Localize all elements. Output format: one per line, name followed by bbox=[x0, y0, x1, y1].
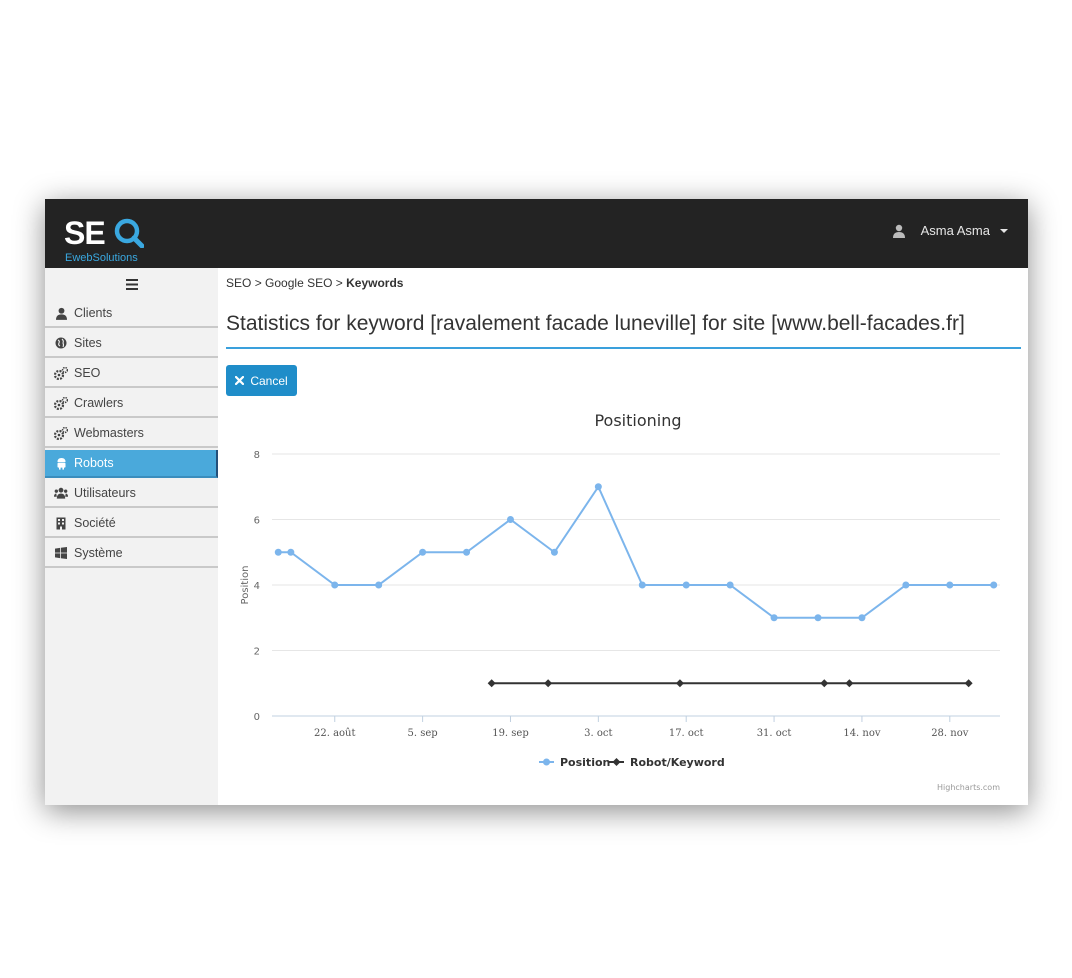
position-data-point bbox=[419, 548, 427, 556]
title-divider bbox=[226, 347, 1021, 349]
sidebar-item-label: Webmasters bbox=[74, 426, 144, 440]
gears-icon bbox=[54, 396, 68, 410]
x-tick-label: 5. sep bbox=[408, 728, 438, 739]
breadcrumb-link-seo[interactable]: SEO bbox=[226, 276, 251, 290]
user-icon bbox=[54, 306, 68, 320]
hamburger-icon bbox=[125, 278, 138, 290]
logo-subtitle: EwebSolutions bbox=[65, 252, 138, 264]
legend-robot-keyword-label: Robot/Keyword bbox=[630, 756, 725, 769]
x-tick-label: 22. août bbox=[314, 728, 356, 739]
chevron-down-icon bbox=[1000, 228, 1008, 233]
x-tick-label: 31. oct bbox=[757, 728, 792, 739]
x-tick-label: 3. oct bbox=[584, 728, 612, 739]
robot-keyword-data-point bbox=[820, 679, 829, 688]
sidebar-item-crawlers[interactable]: Crawlers bbox=[45, 390, 218, 418]
top-navbar: SE EwebSolutions Asma Asma bbox=[45, 199, 1028, 268]
sidebar-item-label: Sites bbox=[74, 336, 102, 350]
sidebar-item-label: Société bbox=[74, 516, 116, 530]
breadcrumb-current: Keywords bbox=[346, 276, 404, 290]
magnifier-q-icon bbox=[114, 218, 144, 248]
app-window: SE EwebSolutions Asma Asma Clients Sites… bbox=[45, 199, 1028, 805]
robot-keyword-data-point bbox=[487, 679, 496, 688]
position-data-point bbox=[550, 548, 558, 556]
user-menu[interactable]: Asma Asma bbox=[892, 223, 1008, 238]
windows-icon bbox=[54, 546, 68, 560]
position-series-line bbox=[278, 484, 994, 619]
users-icon bbox=[54, 486, 68, 500]
sidebar-item-robots[interactable]: Robots bbox=[45, 450, 218, 478]
cancel-button[interactable]: Cancel bbox=[226, 365, 297, 396]
sidebar-item-label: Système bbox=[74, 546, 123, 560]
chart-title: Positioning bbox=[594, 411, 681, 430]
position-data-point bbox=[990, 581, 998, 589]
menu-toggle-button[interactable] bbox=[45, 268, 218, 300]
main-content: SEO > Google SEO > Keywords Statistics f… bbox=[226, 268, 1021, 805]
sidebar: Clients Sites SEO Crawlers Webmasters Ro… bbox=[45, 268, 218, 805]
close-icon bbox=[235, 376, 245, 385]
position-data-point bbox=[682, 581, 690, 589]
sidebar-item-label: Clients bbox=[74, 306, 113, 320]
user-name: Asma Asma bbox=[920, 223, 990, 238]
x-tick-label: 19. sep bbox=[492, 728, 529, 739]
cancel-button-label: Cancel bbox=[250, 373, 288, 388]
breadcrumb-link-google-seo[interactable]: Google SEO bbox=[265, 276, 332, 290]
sidebar-item-clients[interactable]: Clients bbox=[45, 300, 218, 328]
robot-keyword-data-point bbox=[544, 679, 553, 688]
sidebar-item-systeme[interactable]: Système bbox=[45, 540, 218, 568]
position-data-point bbox=[946, 581, 954, 589]
robot-keyword-data-point bbox=[964, 679, 973, 688]
breadcrumb-separator: > bbox=[335, 276, 343, 290]
robot-keyword-data-point bbox=[675, 679, 684, 688]
y-tick-label: 6 bbox=[254, 516, 260, 527]
sidebar-item-sites[interactable]: Sites bbox=[45, 330, 218, 358]
sidebar-item-label: SEO bbox=[74, 366, 101, 380]
position-data-point bbox=[594, 483, 602, 491]
y-tick-label: 2 bbox=[254, 647, 260, 658]
globe-icon bbox=[54, 336, 68, 350]
legend-robot-keyword-marker bbox=[612, 758, 621, 766]
y-tick-label: 4 bbox=[254, 581, 260, 592]
position-data-point bbox=[814, 614, 822, 622]
sidebar-item-webmasters[interactable]: Webmasters bbox=[45, 420, 218, 448]
gears-icon bbox=[54, 366, 68, 380]
sidebar-item-label: Robots bbox=[74, 456, 114, 470]
legend-position-marker bbox=[543, 758, 550, 766]
sidebar-item-utilisateurs[interactable]: Utilisateurs bbox=[45, 480, 218, 508]
logo-text: SE bbox=[64, 215, 106, 251]
positioning-chart: Positioning 0 2 4 6 8 Position 22. août 5. sep 19… bbox=[240, 411, 1000, 792]
position-data-point bbox=[331, 581, 339, 589]
position-data-point bbox=[274, 548, 282, 556]
position-data-point bbox=[770, 614, 778, 622]
y-tick-label: 8 bbox=[254, 450, 260, 461]
position-data-point bbox=[858, 614, 866, 622]
gears-icon bbox=[54, 426, 68, 440]
x-tick-label: 17. oct bbox=[669, 728, 704, 739]
sidebar-item-label: Crawlers bbox=[74, 396, 124, 410]
chart-credits: Highcharts.com bbox=[937, 783, 1000, 792]
position-data-point bbox=[463, 548, 471, 556]
legend-position-label: Position bbox=[560, 756, 610, 769]
y-tick-label: 0 bbox=[254, 712, 260, 723]
robot-keyword-data-point bbox=[845, 679, 854, 688]
position-data-point bbox=[638, 581, 646, 589]
breadcrumb: SEO > Google SEO > Keywords bbox=[226, 276, 403, 290]
breadcrumb-separator: > bbox=[254, 276, 262, 290]
page-title: Statistics for keyword [ravalement facad… bbox=[226, 312, 965, 335]
position-data-point bbox=[375, 581, 383, 589]
building-icon bbox=[54, 516, 68, 530]
android-icon bbox=[54, 456, 68, 470]
position-data-point bbox=[506, 516, 514, 523]
sidebar-item-seo[interactable]: SEO bbox=[45, 360, 218, 388]
x-tick-label: 28. nov bbox=[931, 728, 969, 739]
y-axis-label: Position bbox=[240, 566, 251, 605]
sidebar-item-label: Utilisateurs bbox=[74, 486, 136, 500]
position-data-point bbox=[902, 581, 910, 589]
user-icon bbox=[892, 224, 905, 238]
sidebar-item-societe[interactable]: Société bbox=[45, 510, 218, 538]
seo-logo[interactable]: SE EwebSolutions bbox=[64, 215, 174, 264]
position-data-point bbox=[287, 548, 295, 556]
x-tick-label: 14. nov bbox=[843, 728, 881, 739]
position-data-point bbox=[726, 581, 734, 589]
